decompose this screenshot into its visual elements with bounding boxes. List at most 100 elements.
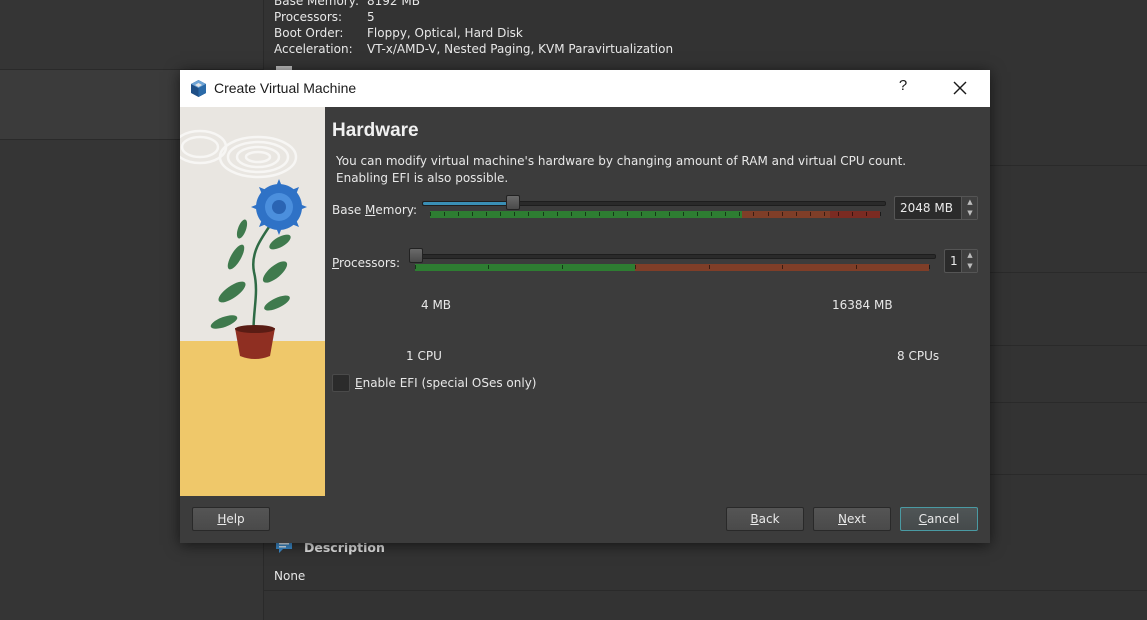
scale-tick [851, 212, 853, 216]
scale-tick [711, 212, 713, 216]
back-button[interactable]: Back [726, 507, 804, 531]
detail-key: Boot Order: [274, 26, 344, 40]
detail-row: Acceleration: VT-x/AMD-V, Nested Paging, … [274, 42, 673, 56]
button-label: ack [758, 512, 780, 526]
scale-tick [570, 212, 572, 216]
scale-tick [612, 212, 614, 216]
scale-tick [444, 212, 446, 216]
spin-up-icon[interactable]: ▲ [962, 250, 978, 261]
help-button[interactable]: Help [192, 507, 270, 531]
scale-tick [708, 265, 710, 269]
base-memory-spinbox[interactable]: 2048 MB ▲ ▼ [894, 196, 978, 220]
button-label: ancel [927, 512, 960, 526]
button-mnemonic: C [918, 512, 928, 526]
processors-label: Processors: [332, 256, 400, 270]
page-title: Hardware [332, 120, 419, 141]
scale-tick [430, 212, 431, 216]
base-memory-slider[interactable] [422, 201, 886, 206]
wizard-plant-illustration [180, 107, 325, 496]
detail-key: Base Memory: [274, 0, 360, 8]
virtualbox-logo-icon [191, 80, 206, 97]
scale-tick [458, 212, 460, 216]
button-mnemonic: B [750, 512, 759, 526]
button-label: ext [847, 512, 866, 526]
scale-tick [561, 265, 563, 269]
detail-row: Boot Order: Floppy, Optical, Hard Disk [274, 26, 523, 40]
label-text: rocessors: [339, 256, 401, 270]
scale-tick [837, 212, 839, 216]
spinbox-arrows[interactable]: ▲ ▼ [961, 250, 977, 272]
scale-tick [753, 212, 755, 216]
detail-value: 8192 MB [367, 0, 420, 8]
base-memory-slider-handle[interactable] [505, 195, 520, 210]
context-help-button[interactable]: ? [894, 77, 912, 99]
detail-value: Floppy, Optical, Hard Disk [367, 26, 523, 40]
scale-tick [655, 212, 656, 216]
button-mnemonic: H [217, 512, 227, 526]
scale-tick [855, 265, 857, 269]
spin-down-icon[interactable]: ▼ [962, 208, 978, 219]
scale-tick [598, 212, 600, 216]
detail-row: Processors: 5 [274, 10, 375, 24]
memory-scale-ticks [430, 211, 881, 218]
scale-tick [640, 212, 642, 216]
scale-tick [782, 265, 784, 269]
dialog-title: Create Virtual Machine [214, 80, 357, 96]
processors-min-label: 1 CPU [406, 349, 442, 363]
label-mnemonic: P [332, 256, 340, 270]
cancel-button[interactable]: Cancel [900, 507, 978, 531]
scale-tick [683, 212, 685, 216]
scale-tick [542, 212, 544, 216]
scale-tick [725, 212, 727, 216]
scale-tick [488, 265, 490, 269]
page-description: You can modify virtual machine's hardwar… [336, 154, 907, 185]
detail-row: Base Memory: 8192 MB [274, 0, 420, 8]
scale-tick [472, 212, 474, 216]
button-mnemonic: N [838, 512, 847, 526]
spin-up-icon[interactable]: ▲ [962, 197, 978, 208]
scale-tick [486, 212, 488, 216]
close-icon[interactable] [950, 78, 970, 98]
scale-tick [767, 212, 769, 216]
spinbox-arrows[interactable]: ▲ ▼ [961, 197, 977, 219]
scale-tick [739, 212, 741, 216]
scale-tick [584, 212, 586, 216]
scale-tick [880, 212, 881, 216]
scale-tick [823, 212, 825, 216]
processors-slider-handle[interactable] [409, 248, 423, 263]
spinbox-value: 1 [950, 254, 958, 268]
scale-tick [929, 265, 930, 269]
scale-tick [795, 212, 797, 216]
processors-spinbox[interactable]: 1 ▲ ▼ [944, 249, 978, 273]
detail-key: Acceleration: [274, 42, 353, 56]
description-value: None [274, 569, 306, 583]
scale-tick [809, 212, 811, 216]
detail-value: 5 [367, 10, 375, 24]
spinbox-value: 2048 MB [900, 201, 953, 215]
scale-tick [865, 212, 867, 216]
dialog-button-bar: Help Back Next Cancel [180, 496, 990, 543]
memory-min-label: 4 MB [421, 298, 452, 312]
scale-tick [626, 212, 628, 216]
spin-down-icon[interactable]: ▼ [962, 261, 978, 272]
scale-tick [635, 265, 637, 269]
enable-efi-label[interactable]: Enable EFI (special OSes only) [355, 376, 536, 390]
scale-tick [556, 212, 558, 216]
base-memory-label: Base Memory: [332, 203, 417, 217]
dialog-titlebar[interactable]: Create Virtual Machine ? [180, 70, 990, 107]
label-mnemonic: M [365, 203, 376, 217]
sidebar-tool-item[interactable] [0, 0, 263, 70]
slider-fill [423, 202, 507, 205]
section-divider [264, 590, 1147, 591]
processors-slider[interactable] [409, 254, 936, 259]
scale-tick [415, 265, 416, 269]
button-label: elp [226, 512, 245, 526]
wizard-page: Hardware You can modify virtual machine'… [325, 107, 990, 496]
scale-tick [669, 212, 671, 216]
next-button[interactable]: Next [813, 507, 891, 531]
label-text: emory: [375, 203, 418, 217]
scale-tick [528, 212, 530, 216]
enable-efi-checkbox[interactable] [332, 374, 350, 392]
scale-tick [514, 212, 516, 216]
detail-value: VT-x/AMD-V, Nested Paging, KVM Paravirtu… [367, 42, 674, 56]
